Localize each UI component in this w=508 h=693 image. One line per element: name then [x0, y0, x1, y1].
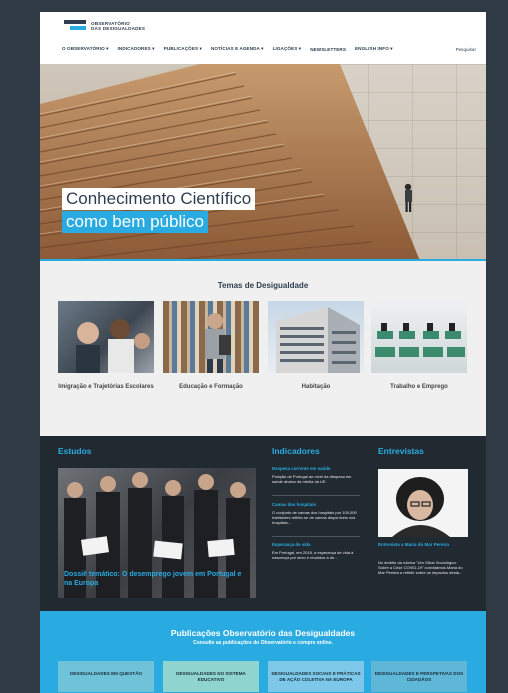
logo-mark-icon — [64, 20, 86, 32]
main-nav: O OBSERVATÓRIO ▾ INDICADORES ▾ PUBLICAÇÕ… — [62, 46, 476, 52]
indicador-desc-3: Em Portugal, em 2018, a esperança de vid… — [272, 550, 354, 560]
indicador-title-3: Esperança de vida — [272, 542, 311, 547]
indicador-desc-2: O conjunto de camas dos hospitais por 10… — [272, 510, 357, 525]
publicacoes-title: Publicações Observatório das Desigualdad… — [170, 628, 356, 638]
publicacao-card-2[interactable]: DESIGUALDADES NO SISTEMA EDUCATIVO — [163, 661, 259, 692]
nav-item-indicadores[interactable]: INDICADORES ▾ — [118, 46, 155, 52]
indicador-title-1: Despesa corrente em saúde — [272, 466, 331, 471]
hero-banner: Conhecimento Científico como bem público — [40, 64, 486, 261]
estudos-feature[interactable]: Dossiê temático: O desemprego jovem em P… — [58, 468, 256, 598]
publicacoes-section: Publicações Observatório das Desigualdad… — [40, 611, 486, 693]
hero-title: Conhecimento Científico como bem público — [62, 188, 256, 233]
logo-text: OBSERVATÓRIO DAS DESIGUALDADES — [91, 21, 145, 31]
tema-image-imigracao — [58, 301, 154, 373]
indicador-item-3[interactable]: Esperança de vida Em Portugal, em 2018, … — [272, 542, 362, 560]
indicador-item-1[interactable]: Despesa corrente em saúde Posição de Por… — [272, 466, 362, 484]
publicacao-card-1[interactable]: DESIGUALDADES EM QUESTÃO — [58, 661, 154, 692]
entrevista-photo[interactable] — [378, 469, 468, 537]
hero-figure — [404, 183, 412, 212]
nav-item-english[interactable]: ENGLISH INFO ▾ — [355, 46, 393, 52]
publicacoes-subtitle: Consulte as publicações do Observatório … — [193, 640, 333, 646]
logo-line-2: DAS DESIGUALDADES — [91, 26, 146, 31]
tema-label-habitacao: Habitação — [301, 384, 331, 390]
indicadores-heading[interactable]: Indicadores — [272, 446, 320, 456]
indicador-item-2[interactable]: Camas dos hospitais O conjunto de camas … — [272, 502, 362, 525]
page: OBSERVATÓRIO DAS DESIGUALDADES O OBSERVA… — [40, 12, 486, 693]
temas-title: Temas de Desigualdade — [217, 281, 309, 290]
indicador-desc-1: Posição de Portugal ao nível da despesa … — [272, 474, 352, 484]
tema-label-trabalho: Trabalho e Emprego — [390, 384, 448, 390]
temas-section: Temas de Desigualdade Imigração e Trajet… — [40, 261, 486, 436]
tema-label-imigracao: Imigração e Trajetórias Escolares — [58, 384, 154, 390]
hero-title-line-1: Conhecimento Científico — [62, 188, 256, 210]
tema-image-educacao — [163, 301, 259, 373]
hero-title-line-2: como bem público — [62, 211, 208, 233]
content-section: Estudos Dossiê temático: O desemprego jo… — [40, 436, 486, 611]
entrevistas-heading[interactable]: Entrevistas — [378, 446, 424, 456]
search-link[interactable]: Pesquisar — [456, 47, 476, 52]
tema-card-trabalho[interactable]: Trabalho e Emprego — [371, 301, 467, 391]
entrevista-desc: No âmbito da rubrica "Um Olhar Sociológi… — [378, 560, 463, 576]
nav-item-noticias[interactable]: NOTÍCIAS E AGENDA ▾ — [211, 46, 264, 52]
entrevista-title[interactable]: Entrevista a Maria do Mar Pereira — [378, 542, 470, 548]
divider — [272, 495, 360, 496]
site-logo[interactable]: OBSERVATÓRIO DAS DESIGUALDADES — [64, 20, 145, 32]
nav-item-publicacoes[interactable]: PUBLICAÇÕES ▾ — [164, 46, 202, 52]
divider — [272, 536, 360, 537]
nav-item-ligacoes[interactable]: LIGAÇÕES ▾ — [273, 46, 302, 52]
indicador-title-2: Camas dos hospitais — [272, 502, 316, 507]
publicacao-card-3[interactable]: DESIGUALDADES SOCIAIS E PRÁTICAS DE AÇÃO… — [268, 661, 364, 692]
tema-label-educacao: Educação e Formação — [179, 384, 243, 390]
tema-card-imigracao[interactable]: Imigração e Trajetórias Escolares — [58, 301, 154, 391]
estudos-caption[interactable]: Dossiê temático: O desemprego jovem em P… — [64, 570, 244, 588]
tema-image-habitacao — [268, 301, 364, 373]
estudos-heading[interactable]: Estudos — [58, 446, 92, 456]
nav-item-newsletters[interactable]: NEWSLETTERS — [310, 47, 346, 52]
site-header: OBSERVATÓRIO DAS DESIGUALDADES O OBSERVA… — [40, 12, 486, 64]
nav-item-observatorio[interactable]: O OBSERVATÓRIO ▾ — [62, 46, 109, 52]
tema-card-habitacao[interactable]: Habitação — [268, 301, 364, 391]
tema-card-educacao[interactable]: Educação e Formação — [163, 301, 259, 391]
tema-image-trabalho — [371, 301, 467, 373]
publicacao-card-4[interactable]: DESIGUALDADES E PERSPETIVAS DOS CIDADÃOS — [371, 661, 467, 692]
